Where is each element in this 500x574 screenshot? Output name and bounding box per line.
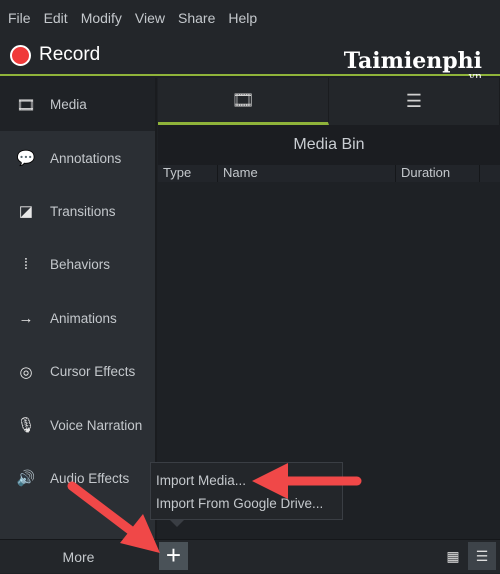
- menu-edit[interactable]: Edit: [44, 10, 68, 26]
- animation-icon: →: [18, 309, 34, 327]
- more-button[interactable]: More: [0, 540, 157, 574]
- menu-item-import-media[interactable]: Import Media...: [156, 469, 337, 492]
- import-menu: Import Media... Import From Google Drive…: [150, 462, 343, 527]
- microphone-icon: 🎙: [16, 417, 36, 435]
- sidebar: 🎞 Media 💬 Annotations ◪ Transitions ⁞ Behavi…: [0, 78, 157, 539]
- plus-icon: +: [165, 540, 182, 570]
- menu-view[interactable]: View: [135, 10, 165, 26]
- sidebar-item-cursor-effects[interactable]: ◎ Cursor Effects: [0, 345, 155, 398]
- list-view-button[interactable]: ☰: [468, 542, 496, 570]
- menu-share[interactable]: Share: [178, 10, 215, 26]
- menu-item-import-google-drive[interactable]: Import From Google Drive...: [156, 492, 337, 515]
- menu-file[interactable]: File: [8, 10, 31, 26]
- sidebar-item-animations[interactable]: → Animations: [0, 292, 155, 345]
- cursor-icon: ◎: [19, 363, 33, 381]
- panel-title: Media Bin: [158, 125, 500, 165]
- watermark-logo: Taimienphi .vn: [343, 48, 482, 83]
- sidebar-item-behaviors[interactable]: ⁞ Behaviors: [0, 238, 155, 291]
- tab-library[interactable]: ☰: [329, 78, 500, 125]
- column-headers: Type Name Duration: [158, 165, 500, 182]
- tab-media-bin[interactable]: 🎞: [158, 78, 329, 125]
- column-duration[interactable]: Duration: [396, 165, 480, 182]
- add-import-button[interactable]: +: [159, 542, 188, 570]
- sidebar-item-media[interactable]: 🎞 Media: [0, 78, 155, 132]
- bottom-bar: More + ▦ ☰: [0, 539, 500, 573]
- column-type[interactable]: Type: [158, 165, 218, 182]
- menu-modify[interactable]: Modify: [81, 10, 122, 26]
- film-icon: 🎞: [16, 96, 36, 114]
- sidebar-item-annotations[interactable]: 💬 Annotations: [0, 131, 155, 184]
- sidebar-item-voice-narration[interactable]: 🎙 Voice Narration: [0, 398, 155, 451]
- annotation-icon: 💬: [16, 150, 36, 168]
- record-label: Record: [39, 44, 101, 65]
- record-icon: [10, 44, 31, 66]
- behaviors-icon: ⁞: [23, 256, 29, 274]
- grid-view-button[interactable]: ▦: [439, 542, 467, 570]
- sidebar-item-transitions[interactable]: ◪ Transitions: [0, 185, 155, 238]
- list-icon: ☰: [475, 547, 489, 564]
- transition-icon: ◪: [18, 203, 34, 221]
- grid-icon: ▦: [446, 547, 460, 564]
- sidebar-item-audio-effects[interactable]: 🔊 Audio Effects: [0, 452, 155, 505]
- film-icon: 🎞: [231, 89, 255, 110]
- library-list-icon: ☰: [405, 91, 423, 111]
- speaker-icon: 🔊: [16, 470, 36, 488]
- menu-help[interactable]: Help: [228, 10, 257, 26]
- menu-bar: File Edit Modify View Share Help: [0, 0, 500, 36]
- column-name[interactable]: Name: [218, 165, 396, 182]
